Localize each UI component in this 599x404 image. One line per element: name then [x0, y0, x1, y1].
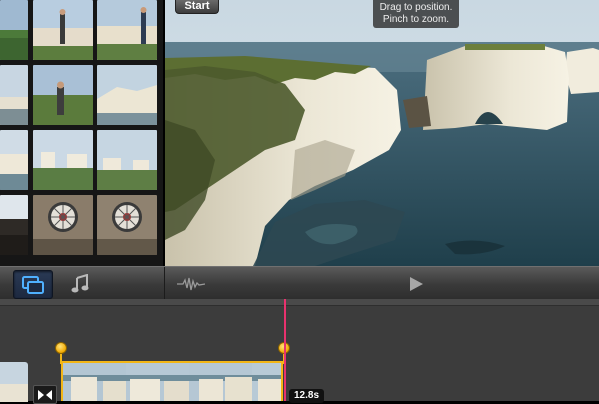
selected-clip[interactable] [61, 361, 283, 401]
media-thumbnail[interactable] [33, 65, 93, 125]
media-thumbnail[interactable] [0, 195, 28, 255]
media-thumbnail[interactable] [0, 65, 28, 125]
start-button[interactable]: Start [175, 0, 219, 14]
timeline[interactable] [0, 299, 599, 404]
toolbar-divider [164, 267, 165, 300]
video-viewer[interactable] [165, 0, 599, 266]
photos-video-icon [22, 275, 44, 294]
media-thumbnail[interactable] [33, 195, 93, 255]
toolbar [0, 266, 599, 300]
clip-frame [252, 363, 281, 401]
media-thumbnail[interactable] [97, 65, 157, 125]
photos-video-button[interactable] [13, 270, 53, 299]
media-thumbnail[interactable] [0, 0, 28, 60]
position-hint-overlay: Drag to position. Pinch to zoom. [373, 0, 459, 28]
play-icon [410, 276, 423, 291]
music-note-icon [71, 273, 89, 292]
music-button[interactable] [64, 270, 96, 297]
media-thumbnail[interactable] [0, 130, 28, 190]
clip-frame [126, 363, 190, 401]
play-button[interactable] [404, 270, 428, 297]
hint-line-2: Pinch to zoom. [382, 14, 450, 25]
audio-waveform-button[interactable] [176, 270, 206, 297]
hint-line-1: Drag to position. [379, 2, 453, 13]
transition-button[interactable] [33, 385, 57, 404]
media-thumbnail[interactable] [97, 130, 157, 190]
timeline-ruler [0, 299, 599, 306]
media-thumbnail[interactable] [97, 0, 157, 60]
media-thumbnail[interactable] [97, 195, 157, 255]
media-thumbnail[interactable] [33, 130, 93, 190]
playhead[interactable] [284, 299, 286, 401]
previous-clip[interactable] [0, 362, 28, 402]
viewer-image [165, 0, 599, 266]
trim-handle-left[interactable] [55, 342, 67, 354]
audio-waveform-icon [177, 277, 205, 290]
clip-frame [189, 363, 253, 401]
media-browser [0, 0, 163, 266]
media-thumbnail[interactable] [33, 0, 93, 60]
clip-frame [63, 363, 127, 401]
transition-icon [38, 389, 52, 400]
